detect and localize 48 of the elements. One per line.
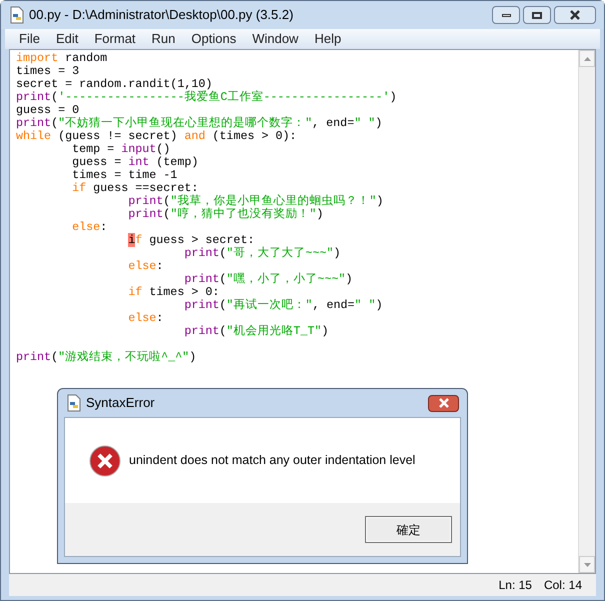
dialog-title: SyntaxError — [86, 394, 155, 412]
menu-item[interactable]: Run — [144, 29, 184, 49]
code-line: print('-----------------我爱鱼C工作室-----------------') — [16, 90, 397, 104]
code-line: guess = 0 — [16, 103, 80, 117]
window-title: 00.py - D:\Administrator\Desktop\00.py (3.5.2) — [29, 6, 294, 24]
code-line: print("嘿，小了，小了~~~") — [184, 272, 353, 286]
python-file-icon — [66, 394, 82, 412]
column-number-status: Col: 14 — [544, 577, 582, 594]
code-line: print("不妨猜一下小甲鱼现在心里想的是哪个数字：", end=" ") — [16, 116, 382, 130]
code-line: print("游戏结束，不玩啦^_^") — [16, 350, 196, 364]
code-line: import random — [16, 51, 108, 65]
minimize-button[interactable] — [492, 6, 520, 24]
code-line: secret = random.randit(1,10) — [16, 77, 212, 91]
menu-item[interactable]: Edit — [48, 29, 86, 49]
line-number-status: Ln: 15 — [498, 577, 532, 594]
code-line: print("我草，你是小甲鱼心里的蛔虫吗？！") — [128, 194, 384, 208]
menu-item[interactable]: Options — [183, 29, 244, 49]
error-icon — [89, 444, 121, 476]
code-line: else: — [128, 311, 164, 325]
ok-button[interactable]: 確定 — [365, 516, 452, 543]
code-line: print("再试一次吧：", end=" ") — [184, 298, 383, 312]
code-line: else: — [72, 220, 108, 234]
menu-item[interactable]: Format — [86, 29, 144, 49]
close-button[interactable] — [428, 394, 459, 412]
code-line: if guess > secret: — [128, 233, 254, 247]
code-line: else: — [128, 259, 164, 273]
menu-item[interactable]: File — [11, 29, 48, 49]
code-line: guess = int (temp) — [72, 155, 198, 169]
menu-item[interactable]: Help — [306, 29, 350, 49]
close-button[interactable] — [554, 6, 596, 24]
scrollbar[interactable] — [578, 50, 595, 573]
maximize-button[interactable] — [523, 6, 551, 24]
scroll-down-icon — [584, 562, 590, 566]
code-line: while (guess != secret) and (times > 0): — [16, 129, 297, 143]
close-icon — [569, 10, 581, 20]
close-icon — [438, 398, 450, 408]
code-line: print("机会用光咯T_T") — [184, 324, 329, 338]
code-line: times = 3 — [16, 64, 80, 78]
scroll-up-icon — [584, 56, 590, 60]
error-message: unindent does not match any outer indentation level — [129, 452, 416, 470]
menu-item[interactable]: Window — [244, 29, 306, 49]
code-line: times = time -1 — [72, 168, 178, 182]
code-line: if guess ==secret: — [72, 181, 198, 195]
code-line: temp = input() — [72, 142, 170, 156]
code-line: if times > 0: — [128, 285, 220, 299]
code-line: print("哥，大了大了~~~") — [184, 246, 341, 260]
code-line: print("哼，猜中了也没有奖励！") — [128, 207, 324, 221]
python-file-icon — [9, 6, 25, 24]
